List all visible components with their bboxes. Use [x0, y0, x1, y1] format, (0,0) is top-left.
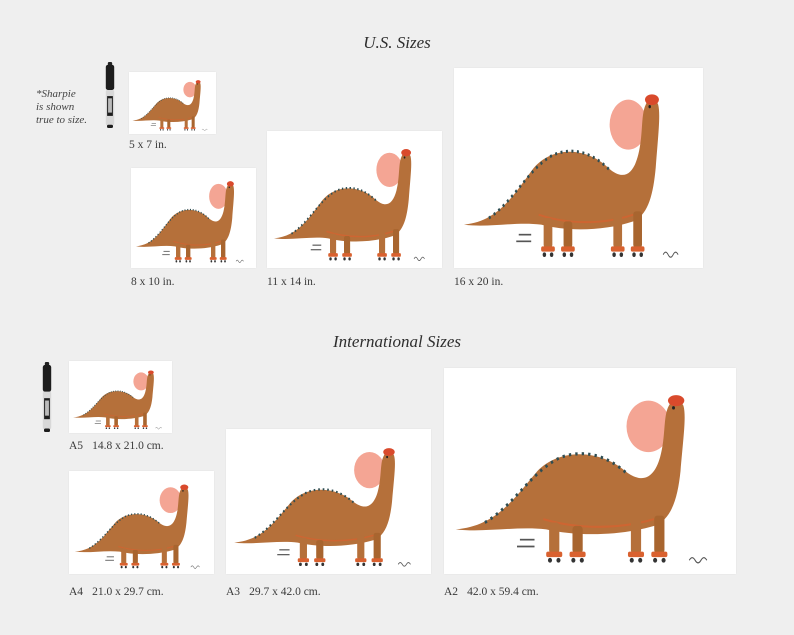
size-dims-a5: 14.8 x 21.0 cm. [92, 440, 164, 452]
size-code-a3: A3 [226, 586, 241, 598]
size-dims-a3: 29.7 x 42.0 cm. [249, 586, 321, 598]
size-label-a4: A4 21.0 x 29.7 cm. [69, 586, 164, 598]
print-a5 [69, 361, 172, 433]
size-label-a5: A5 14.8 x 21.0 cm. [69, 440, 164, 452]
us-sizes-heading: U.S. Sizes [363, 33, 431, 52]
size-code-a4: A4 [69, 586, 84, 598]
size-label-8x10: 8 x 10 in. [131, 276, 175, 288]
size-code-a5: A5 [69, 440, 84, 452]
size-code-a2: A2 [444, 586, 459, 598]
print-11x14 [267, 131, 442, 268]
size-dims-a2: 42.0 x 59.4 cm. [467, 586, 539, 598]
size-label-a3: A3 29.7 x 42.0 cm. [226, 586, 321, 598]
print-5x7 [129, 72, 216, 134]
note-line: true to size. [36, 114, 88, 126]
international-sizes-heading: International Sizes [333, 332, 461, 351]
print-16x20 [454, 68, 703, 268]
print-8x10 [131, 168, 256, 268]
sharpie-note: *Sharpie is shown true to size. [36, 88, 100, 127]
print-a4 [69, 471, 214, 574]
note-line: is shown [36, 101, 75, 113]
print-a3 [226, 429, 431, 574]
size-label-16x20: 16 x 20 in. [454, 276, 504, 288]
size-label-11x14: 11 x 14 in. [267, 276, 316, 288]
size-label-5x7: 5 x 7 in. [129, 139, 167, 151]
sharpie-marker-icon [41, 362, 53, 432]
size-dims-a4: 21.0 x 29.7 cm. [92, 586, 164, 598]
sharpie-marker-icon [104, 62, 116, 128]
size-label-a2: A2 42.0 x 59.4 cm. [444, 586, 539, 598]
note-line: *Sharpie [36, 88, 76, 100]
print-a2 [444, 368, 736, 574]
